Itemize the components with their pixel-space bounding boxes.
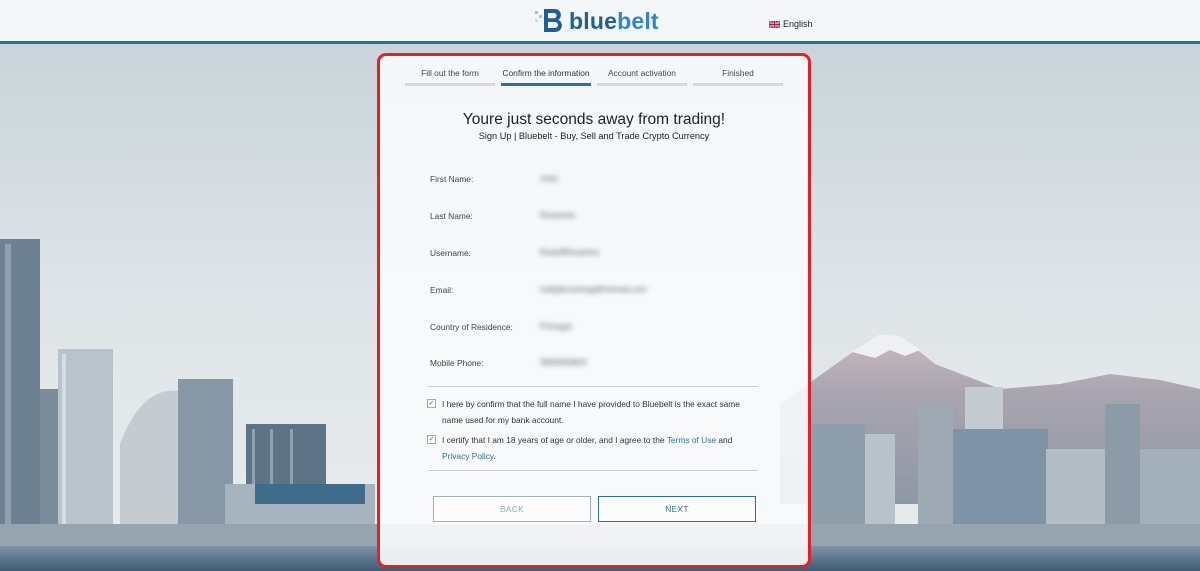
divider <box>428 386 758 387</box>
field-row-last-name: Last Name: Rossinha <box>430 208 760 224</box>
age-terms-checkbox[interactable]: ✓ <box>427 435 436 444</box>
country-label: Country of Residence: <box>430 322 513 332</box>
back-button[interactable]: BACK <box>433 496 591 522</box>
next-button[interactable]: NEXT <box>598 496 756 522</box>
top-header: bluebelt English <box>0 0 1200 44</box>
bluebelt-logo-icon <box>532 6 566 36</box>
last-name-value: Rossinha <box>540 210 575 220</box>
divider <box>428 470 758 471</box>
age-terms-text: I certify that I am 18 years of age or o… <box>442 433 747 464</box>
uk-flag-icon <box>769 20 780 28</box>
bluebelt-logo[interactable]: bluebelt <box>532 6 659 36</box>
last-name-label: Last Name: <box>430 211 473 221</box>
confirm-name-text: I here by confirm that the full name I h… <box>442 399 740 425</box>
email-value: hollyjbrowning@hotmail.com <box>540 284 647 294</box>
age-text-end: . <box>493 450 496 461</box>
page-subtitle: Sign Up | Bluebelt - Buy, Sell and Trade… <box>478 131 710 141</box>
first-name-label: First Name: <box>430 174 474 184</box>
signup-confirmation-card: Fill out the form Confirm the informatio… <box>377 53 811 568</box>
step-fill-form: Fill out the form <box>405 68 495 86</box>
language-label: English <box>783 19 813 29</box>
first-name-value: Joao <box>540 173 559 183</box>
mobile-phone-value: 3894563823 <box>540 357 587 367</box>
age-text-and: and <box>718 435 733 445</box>
confirm-name-checkbox-row: ✓ I here by confirm that the full name I… <box>427 397 762 429</box>
age-text-prefix: I certify that I am 18 years of age or o… <box>442 435 665 445</box>
page-title: Youre just seconds away from trading! <box>462 111 726 128</box>
age-terms-checkbox-row: ✓ I certify that I am 18 years of age or… <box>427 433 762 465</box>
language-selector[interactable]: English <box>769 19 813 29</box>
field-row-country: Country of Residence: Portugal <box>430 319 760 335</box>
field-row-mobile-phone: Mobile Phone: 3894563823 <box>430 355 760 371</box>
step-confirm-information: Confirm the information <box>501 68 591 86</box>
progress-steps: Fill out the form Confirm the informatio… <box>405 68 783 86</box>
field-row-username: Username: RodolfRossinha <box>430 245 760 261</box>
field-row-email: Email: hollyjbrowning@hotmail.com <box>430 282 760 298</box>
username-label: Username: <box>430 248 471 258</box>
step-finished: Finished <box>693 68 783 86</box>
logo-text: bluebelt <box>569 7 659 34</box>
field-row-first-name: First Name: Joao <box>430 171 760 187</box>
terms-of-use-link[interactable]: Terms of Use <box>667 435 716 445</box>
confirm-name-checkbox[interactable]: ✓ <box>427 399 436 408</box>
step-account-activation: Account activation <box>597 68 687 86</box>
username-value: RodolfRossinha <box>540 247 600 257</box>
mobile-phone-label: Mobile Phone: <box>430 358 484 368</box>
country-value: Portugal <box>540 321 572 331</box>
email-label: Email: <box>430 285 454 295</box>
privacy-policy-link[interactable]: Privacy Policy <box>442 451 494 461</box>
